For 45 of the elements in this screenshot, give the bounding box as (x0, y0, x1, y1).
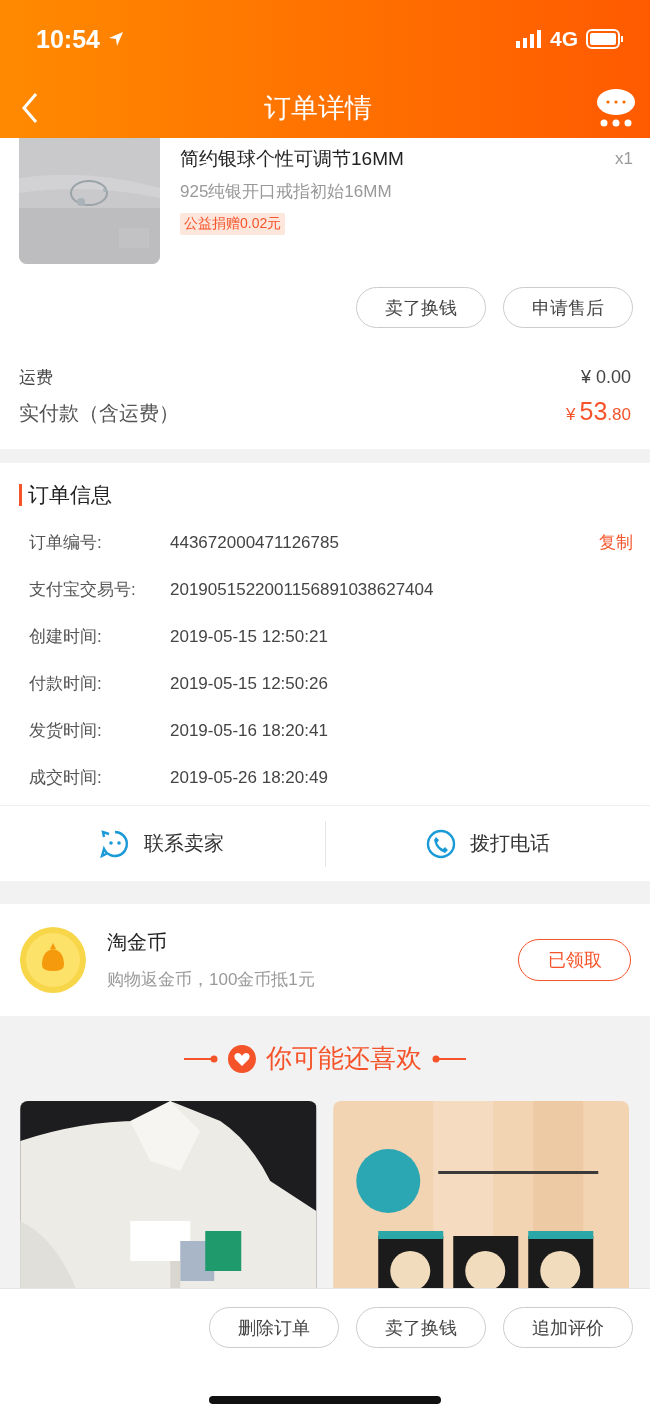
quantity-label: x1 (615, 149, 633, 169)
action-button[interactable]: 删除订单 (209, 1307, 339, 1348)
smiley-icon (100, 828, 131, 859)
info-value: 2019-05-16 18:20:41 (170, 720, 329, 741)
battery-icon (586, 29, 624, 49)
status-time: 10:54 (36, 24, 100, 54)
network-label: 4G (550, 27, 578, 51)
action-button[interactable]: 申请售后 (503, 287, 633, 328)
coins-title: 淘金币 (107, 930, 168, 955)
info-label: 付款时间: (29, 673, 103, 695)
copy-link[interactable]: 复制 (599, 531, 633, 554)
signal-icon (516, 30, 542, 48)
chat-bubble-icon[interactable] (596, 88, 636, 128)
total-price: 53 (579, 397, 608, 426)
recommend-title: 你可能还喜欢 (266, 1042, 422, 1075)
total-label: 实付款（含运费） (19, 401, 179, 426)
info-value: 443672000471126785 (170, 532, 340, 553)
product-title[interactable]: 简约银球个性可调节16MM (180, 146, 404, 172)
info-label: 创建时间: (29, 626, 103, 648)
page-title: 订单详情 (263, 92, 373, 125)
action-button[interactable]: 卖了换钱 (356, 287, 486, 328)
info-value: 2019051522001156891038627404 (170, 579, 435, 600)
donation-tag: 公益捐赠0.02元 (180, 213, 286, 235)
info-label: 订单编号: (29, 532, 103, 554)
info-label: 支付宝交易号: (29, 579, 137, 601)
section-marker (19, 484, 22, 506)
phone-icon (425, 828, 456, 859)
location-icon (107, 31, 124, 47)
info-label: 发货时间: (29, 720, 103, 742)
product-variant: 925纯银开口戒指初始16MM (180, 181, 392, 203)
section-title: 订单信息 (28, 482, 112, 508)
coins-subtitle: 购物返金币，100金币抵1元 (107, 969, 316, 991)
action-button[interactable]: 追加评价 (503, 1307, 633, 1348)
info-value: 2019-05-15 12:50:26 (170, 673, 329, 694)
info-value: 2019-05-26 18:20:49 (170, 767, 329, 788)
currency-sign: ¥ (566, 405, 576, 425)
info-value: 2019-05-15 12:50:21 (170, 626, 329, 647)
divider-ornament-icon (432, 1054, 466, 1063)
info-label: 成交时间: (29, 767, 103, 789)
price-decimals: .80 (607, 405, 631, 425)
freight-value: ¥ 0.00 (580, 367, 631, 388)
action-button[interactable]: 卖了换钱 (356, 1307, 486, 1348)
freight-label: 运费 (19, 367, 53, 389)
divider-ornament-icon (184, 1054, 218, 1063)
coin-icon (20, 927, 86, 993)
